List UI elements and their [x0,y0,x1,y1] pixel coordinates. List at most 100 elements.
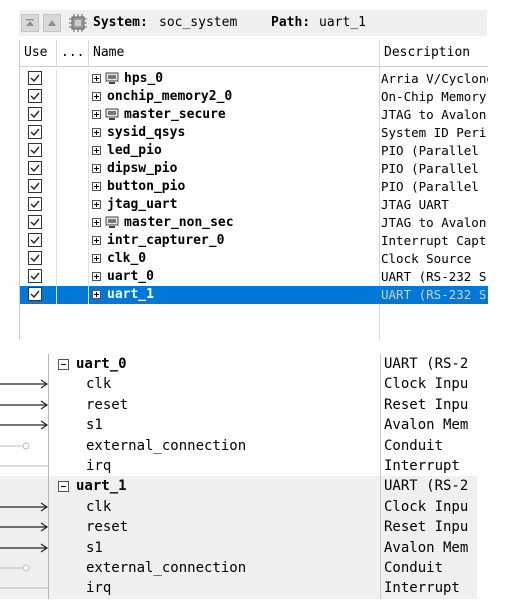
interface-row[interactable]: s1 Avalon Mem [0,415,477,436]
port-name: clk [86,498,112,515]
expand-icon[interactable] [92,200,101,209]
component-row[interactable]: hps_0 Arria V/Cyclone [20,70,488,88]
component-name: intr_capturer_0 [107,233,225,248]
component-name: led_pio [107,143,162,158]
interface-row[interactable]: s1 Avalon Mem [0,537,477,558]
component-row[interactable]: clk_0 Clock Source [20,250,488,268]
expand-icon[interactable] [92,272,101,281]
expand-icon[interactable] [92,182,101,191]
component-row[interactable]: uart_0 UART (RS-232 S [20,268,488,286]
column-divider [380,456,381,477]
column-divider [380,517,381,538]
collapse-icon[interactable] [58,481,69,493]
port-description: Conduit [384,437,444,454]
cell-divider [56,70,57,88]
collapse-icon[interactable] [58,359,69,370]
port-description: Avalon Mem [384,417,469,434]
checkmark-icon [30,164,40,173]
cell-divider [56,250,57,268]
use-checkbox[interactable] [28,179,42,193]
component-row[interactable]: sysid_qsys System ID Peri [20,124,488,142]
component-row[interactable]: dipsw_pio PIO (Parallel [20,160,488,178]
use-checkbox[interactable] [28,215,42,229]
cell-divider [88,124,89,142]
use-checkbox[interactable] [28,71,42,85]
use-checkbox[interactable] [28,89,42,103]
subsystem-icon [105,72,119,84]
checkmark-icon [30,272,40,281]
component-description: Clock Source [381,251,472,266]
use-checkbox[interactable] [28,287,42,301]
component-row[interactable]: intr_capturer_0 Interrupt Capt [20,232,488,250]
arrow-up-icon [48,20,56,26]
interface-row[interactable]: reset Reset Inpu [0,394,477,416]
component-row[interactable]: onchip_memory2_0 On-Chip Memory [20,88,488,106]
interface-row[interactable]: irq Interrupt [0,578,477,599]
interface-row[interactable]: irq Interrupt [0,456,477,477]
expand-icon[interactable] [92,146,101,155]
move-to-top-button[interactable] [21,14,39,32]
interrupt-connection-icon[interactable] [0,578,60,598]
expand-icon[interactable] [92,92,101,101]
cell-divider [56,196,57,214]
cell-divider [88,250,89,268]
expand-icon[interactable] [92,218,101,227]
cell-divider [56,232,57,250]
system-chip-icon [69,14,87,32]
expand-icon[interactable] [92,74,101,83]
expand-icon[interactable] [92,254,101,263]
interface-row[interactable]: clk Clock Inpu [0,496,477,518]
component-row[interactable]: button_pio PIO (Parallel [20,178,488,196]
use-checkbox[interactable] [28,197,42,211]
port-description: Conduit [384,560,444,576]
connection-arrow-icon[interactable] [0,497,60,517]
use-checkbox[interactable] [28,125,42,139]
use-checkbox[interactable] [28,251,42,265]
component-row[interactable]: jtag_uart JTAG UART [20,196,488,214]
connection-arrow-icon[interactable] [0,517,60,537]
conduit-connection-icon[interactable] [0,558,60,578]
port-description: Avalon Mem [384,539,469,556]
interface-row[interactable]: clk Clock Inpu [0,374,477,395]
connection-arrow-icon[interactable] [0,415,60,435]
use-checkbox[interactable] [28,143,42,157]
interrupt-connection-icon[interactable] [0,456,60,476]
checkmark-icon [30,182,40,191]
expand-icon[interactable] [92,164,101,173]
component-row[interactable]: master_non_sec JTAG to Avalon [20,214,488,232]
interface-row[interactable]: external_connection Conduit [0,435,477,456]
connection-arrow-icon[interactable] [0,395,60,415]
use-checkbox[interactable] [28,233,42,247]
cell-divider [56,124,57,142]
checkmark-icon [30,128,40,137]
column-header-description[interactable]: Description [380,40,488,66]
column-header-use[interactable]: Use [20,40,57,66]
expand-icon[interactable] [92,236,101,245]
expand-icon[interactable] [92,128,101,137]
expand-icon[interactable] [92,290,101,299]
connection-arrow-icon[interactable] [0,374,60,394]
column-header-name[interactable]: Name [89,40,380,66]
interface-group-header[interactable]: uart_0 UART (RS-2 [0,354,477,375]
expand-icon[interactable] [92,110,101,119]
move-up-button[interactable] [43,14,61,32]
interface-group-header[interactable]: uart_1 UART (RS-2 [0,476,477,497]
use-checkbox[interactable] [28,107,42,121]
component-row[interactable]: led_pio PIO (Parallel [20,142,488,160]
cell-divider [56,142,57,160]
cell-divider [88,160,89,178]
component-name: clk_0 [107,251,147,266]
component-description: JTAG to Avalon [381,107,487,122]
interface-row[interactable]: external_connection Conduit [0,558,477,579]
group-name: uart_1 [76,478,127,495]
component-row[interactable]: uart_1 UART (RS-232 S [20,286,488,304]
conduit-connection-icon[interactable] [0,436,60,456]
connection-arrow-icon[interactable] [0,538,60,558]
column-header-connections[interactable]: ... [57,40,89,66]
use-checkbox[interactable] [28,269,42,283]
component-row[interactable]: master_secure JTAG to Avalon [20,106,488,124]
interface-row[interactable]: reset Reset Inpu [0,517,477,538]
cell-divider [88,88,89,106]
cell-divider [56,268,57,286]
use-checkbox[interactable] [28,161,42,175]
